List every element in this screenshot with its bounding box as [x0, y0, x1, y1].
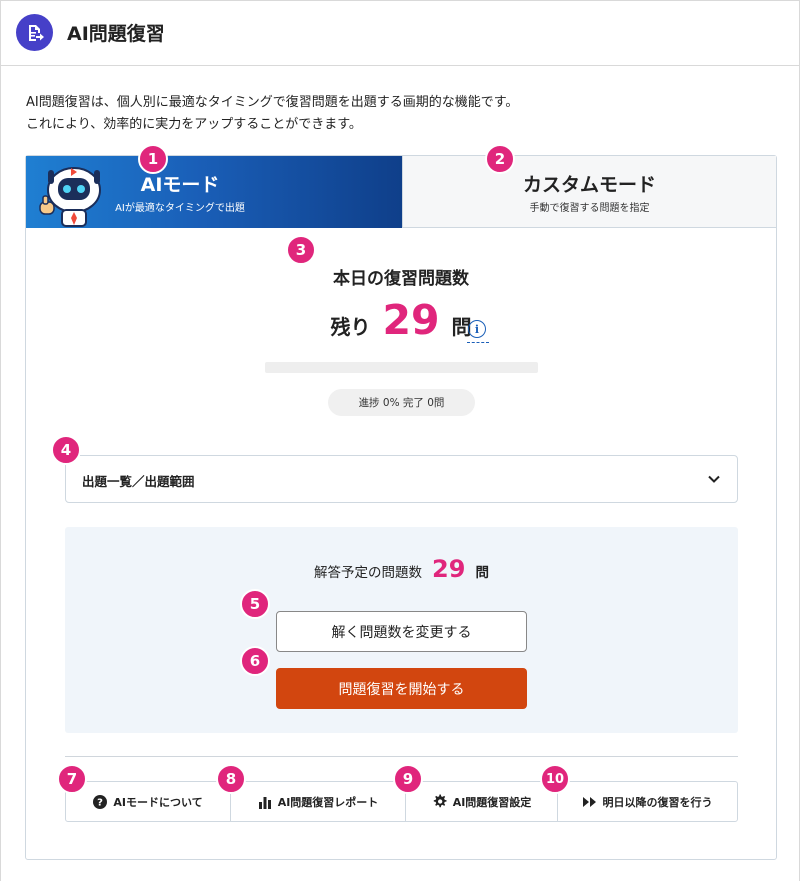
- accordion-label: 出題一覧／出題範囲: [82, 474, 195, 489]
- divider: [65, 756, 738, 757]
- review-tomorrow-button[interactable]: 明日以降の復習を行う: [558, 782, 737, 821]
- tab-custom-subtitle: 手動で復習する問題を指定: [529, 203, 650, 214]
- fast-forward-icon: [582, 796, 597, 807]
- info-icon[interactable]: i: [468, 320, 486, 338]
- progress-status: 進捗 0% 完了 0問: [328, 389, 475, 416]
- badge-10: 10: [540, 764, 570, 794]
- review-card: AIモード AIが最適なタイミングで出題 カスタムモード 手動で復習する問題を指…: [25, 155, 777, 860]
- page-title: AI問題復習: [67, 23, 165, 45]
- tab-custom-title: カスタムモード: [522, 174, 656, 196]
- tab-ai-subtitle: AIが最適なタイミングで出題: [115, 203, 245, 214]
- badge-7: 7: [57, 764, 87, 794]
- gear-icon: [432, 794, 447, 809]
- about-ai-mode-label: AIモードについて: [113, 795, 203, 809]
- review-report-label: AI問題復習レポート: [277, 795, 379, 809]
- today-review-title: 本日の復習問題数: [333, 269, 469, 289]
- badge-1: 1: [138, 144, 168, 174]
- review-report-button[interactable]: AI問題復習レポート: [231, 782, 406, 821]
- planned-unit: 問: [475, 565, 489, 581]
- planned-count: 解答予定の問題数 29 問: [65, 555, 738, 583]
- start-panel: 解答予定の問題数 29 問 解く問題数を変更する 問題復習を開始する: [65, 527, 738, 733]
- question-list-accordion[interactable]: 出題一覧／出題範囲: [65, 455, 738, 503]
- tab-custom-mode[interactable]: カスタムモード 手動で復習する問題を指定: [402, 156, 776, 228]
- document-arrow-icon: [16, 14, 53, 51]
- intro-text: AI問題復習は、個人別に最適なタイミングで復習問題を出題する画期的な機能です。 …: [26, 92, 518, 136]
- badge-3: 3: [286, 235, 316, 265]
- badge-6: 6: [240, 646, 270, 676]
- badge-4: 4: [51, 435, 81, 465]
- tab-ai-title: AIモード: [140, 174, 220, 196]
- review-tomorrow-label: 明日以降の復習を行う: [602, 795, 713, 809]
- intro-line-1: AI問題復習は、個人別に最適なタイミングで復習問題を出題する画期的な機能です。: [26, 95, 519, 110]
- page-header: AI問題復習: [0, 0, 800, 66]
- mode-tabs: AIモード AIが最適なタイミングで出題 カスタムモード 手動で復習する問題を指…: [26, 156, 776, 228]
- planned-number: 29: [432, 555, 466, 583]
- badge-9: 9: [393, 764, 423, 794]
- question-circle-icon: ?: [93, 794, 108, 809]
- svg-text:?: ?: [97, 797, 103, 808]
- review-settings-label: AI問題復習設定: [452, 795, 532, 809]
- info-underline: [467, 342, 489, 343]
- badge-5: 5: [240, 589, 270, 619]
- badge-2: 2: [485, 144, 515, 174]
- badge-8: 8: [216, 764, 246, 794]
- review-settings-button[interactable]: AI問題復習設定: [406, 782, 558, 821]
- chevron-down-icon: [708, 475, 720, 483]
- tab-ai-mode[interactable]: AIモード AIが最適なタイミングで出題: [26, 156, 402, 228]
- intro-line-2: これにより、効率的に実力をアップすることができます。: [26, 117, 362, 132]
- remaining-count: 残り 29 問: [26, 296, 776, 346]
- start-review-button[interactable]: 問題復習を開始する: [276, 668, 527, 709]
- progress-bar: [265, 362, 538, 373]
- remaining-prefix: 残り: [330, 315, 371, 339]
- remaining-number: 29: [382, 296, 440, 344]
- planned-label: 解答予定の問題数: [314, 565, 423, 581]
- about-ai-mode-button[interactable]: ? AIモードについて: [66, 782, 231, 821]
- change-count-button[interactable]: 解く問題数を変更する: [276, 611, 527, 652]
- bar-chart-icon: [258, 795, 272, 809]
